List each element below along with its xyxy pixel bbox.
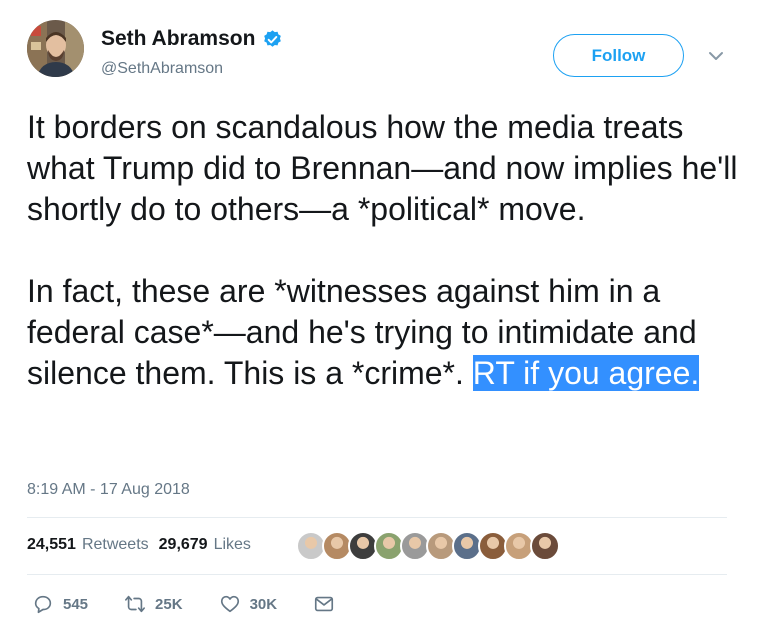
author-handle[interactable]: @SethAbramson <box>101 60 223 78</box>
liker-avatar[interactable] <box>530 531 560 561</box>
tweet-paragraph-1: It borders on scandalous how the media t… <box>27 109 738 227</box>
verified-badge-icon <box>264 29 282 47</box>
retweets-count: 24,551 <box>27 536 76 553</box>
chevron-down-icon[interactable] <box>706 46 726 66</box>
tweet-actions: 545 25K 30K <box>32 593 371 615</box>
heart-icon <box>220 595 239 613</box>
person-avatar-icon <box>27 20 84 77</box>
reply-button[interactable]: 545 <box>32 593 88 615</box>
reply-icon <box>34 595 52 614</box>
follow-button[interactable]: Follow <box>553 34 684 77</box>
reply-count: 545 <box>63 595 89 613</box>
tweet-stats: 24,551 Retweets 29,679 Likes <box>27 536 251 554</box>
retweet-count: 25K <box>155 595 183 613</box>
liker-avatars <box>296 531 560 561</box>
likes-stat[interactable]: 29,679 Likes <box>159 536 251 554</box>
like-button[interactable]: 30K <box>219 593 278 615</box>
envelope-icon <box>315 596 334 612</box>
tweet-timestamp[interactable]: 8:19 AM - 17 Aug 2018 <box>27 481 190 499</box>
tweet-text: It borders on scandalous how the media t… <box>27 107 742 394</box>
like-count: 30K <box>249 595 278 613</box>
retweets-label: Retweets <box>81 536 149 553</box>
retweets-stat[interactable]: 24,551 Retweets <box>27 536 149 554</box>
retweet-icon <box>125 595 146 613</box>
divider <box>27 517 727 518</box>
retweet-button[interactable]: 25K <box>124 593 183 615</box>
author-name-row: Seth Abramson <box>101 27 283 51</box>
author-display-name[interactable]: Seth Abramson <box>101 27 255 51</box>
likes-count: 29,679 <box>158 536 208 553</box>
likes-label: Likes <box>213 536 251 553</box>
direct-message-button[interactable] <box>313 593 335 615</box>
divider <box>27 574 727 575</box>
tweet-card: Seth Abramson @SethAbramson Follow It bo… <box>0 0 759 643</box>
author-avatar[interactable] <box>27 20 84 77</box>
selected-text: RT if you agree. <box>472 355 700 391</box>
